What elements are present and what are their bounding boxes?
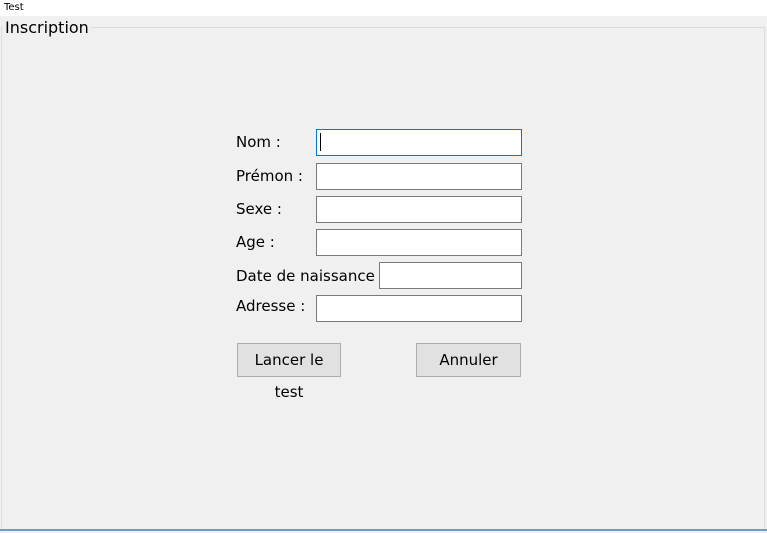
cancel-button[interactable]: Annuler <box>416 343 521 377</box>
window-bottom-border <box>0 529 767 531</box>
nom-label: Nom : <box>236 133 281 151</box>
nom-input[interactable] <box>316 129 522 156</box>
application-window: Test Inscription Nom : Prémon : Sexe : A… <box>0 0 767 533</box>
age-input[interactable] <box>316 229 522 256</box>
text-caret <box>320 133 321 151</box>
window-title: Test <box>0 0 767 16</box>
adresse-input[interactable] <box>316 295 522 322</box>
sexe-input[interactable] <box>316 196 522 223</box>
groupbox-label: Inscription <box>3 18 91 38</box>
date-naissance-input[interactable] <box>379 262 522 289</box>
sexe-label: Sexe : <box>236 200 282 218</box>
adresse-label: Adresse : <box>236 297 306 315</box>
date-naissance-label: Date de naissance : <box>236 267 385 285</box>
age-label: Age : <box>236 233 275 251</box>
start-test-button[interactable]: Lancer le test <box>237 343 341 401</box>
prenom-input[interactable] <box>316 163 522 190</box>
prenom-label: Prémon : <box>236 167 303 185</box>
